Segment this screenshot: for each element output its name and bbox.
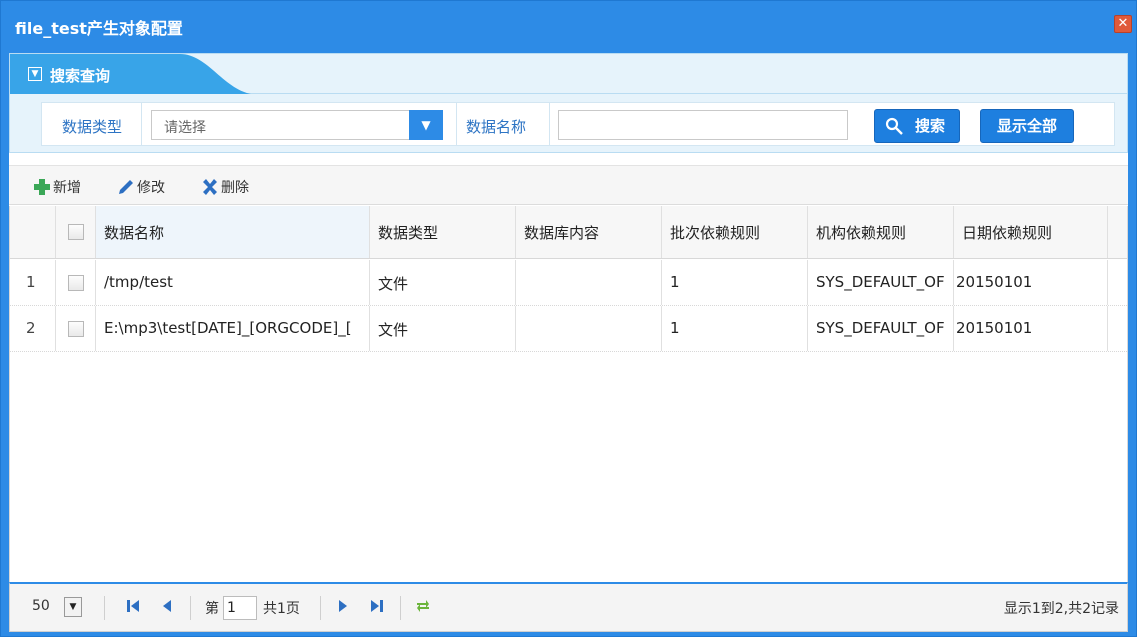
cell-db-content — [516, 306, 662, 351]
record-summary: 显示1到2,共2记录 — [1003, 601, 1119, 617]
cell-date-rule: 20150101 — [954, 260, 1108, 305]
plus-icon — [34, 179, 50, 195]
search-icon — [885, 117, 903, 135]
divider — [141, 103, 142, 145]
dialog-window: file_test产生对象配置 ✕ ▼ 搜索查询 数据类型 请选择 ▼ 数据名称… — [0, 0, 1137, 637]
data-grid: 数据名称 数据类型 数据库内容 批次依赖规则 机构依赖规则 日期依赖规则 1 /… — [9, 206, 1128, 582]
chevron-down-icon[interactable]: ▼ — [409, 110, 443, 140]
column-header-batch-rule[interactable]: 批次依赖规则 — [662, 206, 808, 258]
divider — [104, 596, 105, 620]
search-panel-tab[interactable]: ▼ 搜索查询 — [10, 54, 270, 95]
divider — [549, 103, 550, 145]
delete-button[interactable]: 删除 — [201, 177, 261, 197]
edit-button[interactable]: 修改 — [117, 177, 177, 197]
cell-data-name: /tmp/test — [96, 260, 370, 305]
grid-header: 数据名称 数据类型 数据库内容 批次依赖规则 机构依赖规则 日期依赖规则 — [10, 206, 1127, 259]
column-header-org-rule[interactable]: 机构依赖规则 — [808, 206, 954, 258]
refresh-icon[interactable] — [416, 599, 430, 613]
first-page-icon[interactable] — [126, 599, 140, 613]
cell-db-content — [516, 260, 662, 305]
cell-org-rule: SYS_DEFAULT_OF — [808, 306, 954, 351]
column-header-data-name[interactable]: 数据名称 — [96, 206, 370, 258]
dialog-content: ▼ 搜索查询 数据类型 请选择 ▼ 数据名称 搜索 显示全部 新增 修改 删除 … — [9, 53, 1128, 632]
select-all-checkbox[interactable] — [68, 224, 84, 240]
collapse-toggle-icon[interactable]: ▼ — [28, 67, 42, 81]
search-panel-title: 搜索查询 — [50, 67, 111, 85]
divider — [400, 596, 401, 620]
data-type-select[interactable]: 请选择 ▼ — [151, 110, 443, 140]
page-size-value: 50 — [32, 598, 50, 614]
cell-org-rule: SYS_DEFAULT_OF — [808, 260, 954, 305]
search-panel-header: ▼ 搜索查询 — [9, 53, 1128, 95]
pagination-bar: 50 ▼ 第 1 共1页 显示1到2,共2记录 — [9, 582, 1128, 632]
grid-toolbar: 新增 修改 删除 — [9, 165, 1128, 205]
close-button[interactable]: ✕ — [1114, 15, 1132, 33]
divider — [456, 103, 457, 145]
cell-data-name: E:\mp3\test[DATE]_[ORGCODE]_[ — [96, 306, 370, 351]
pencil-icon — [119, 180, 133, 194]
data-type-label: 数据类型 — [62, 118, 123, 136]
header-select-all — [56, 206, 96, 258]
delete-x-icon — [203, 179, 217, 195]
page-number-input[interactable]: 1 — [223, 596, 257, 620]
search-tab-shape — [10, 54, 260, 95]
cell-date-rule: 20150101 — [954, 306, 1108, 351]
row-select — [56, 306, 96, 351]
page-total: 共1页 — [263, 601, 300, 617]
search-form: 数据类型 请选择 ▼ 数据名称 搜索 显示全部 — [41, 102, 1115, 146]
search-button-label: 搜索 — [915, 117, 946, 135]
cell-data-type: 文件 — [370, 260, 516, 305]
cell-batch-rule: 1 — [662, 260, 808, 305]
add-button-label: 新增 — [53, 180, 81, 196]
prev-page-icon[interactable] — [160, 599, 174, 613]
column-header-date-rule[interactable]: 日期依赖规则 — [954, 206, 1108, 258]
row-number: 2 — [10, 306, 56, 351]
row-select — [56, 260, 96, 305]
add-button[interactable]: 新增 — [33, 177, 93, 197]
data-name-label: 数据名称 — [466, 118, 527, 136]
divider — [320, 596, 321, 620]
page-size-dropdown[interactable]: ▼ — [64, 597, 82, 617]
search-panel-body: 数据类型 请选择 ▼ 数据名称 搜索 显示全部 — [9, 94, 1128, 153]
edit-button-label: 修改 — [137, 180, 165, 196]
row-checkbox[interactable] — [68, 321, 84, 337]
show-all-button[interactable]: 显示全部 — [980, 109, 1074, 143]
column-header-data-type[interactable]: 数据类型 — [370, 206, 516, 258]
divider — [190, 596, 191, 620]
data-name-input[interactable] — [558, 110, 848, 140]
last-page-icon[interactable] — [370, 599, 384, 613]
row-number: 1 — [10, 260, 56, 305]
header-rownum — [10, 206, 56, 258]
delete-button-label: 删除 — [221, 180, 249, 196]
table-row[interactable]: 2 E:\mp3\test[DATE]_[ORGCODE]_[ 文件 1 SYS… — [10, 306, 1127, 352]
title-bar[interactable]: file_test产生对象配置 ✕ — [1, 1, 1136, 53]
next-page-icon[interactable] — [336, 599, 350, 613]
column-header-db-content[interactable]: 数据库内容 — [516, 206, 662, 258]
cell-batch-rule: 1 — [662, 306, 808, 351]
search-button[interactable]: 搜索 — [874, 109, 960, 143]
data-type-select-value: 请选择 — [164, 120, 206, 136]
cell-data-type: 文件 — [370, 306, 516, 351]
row-checkbox[interactable] — [68, 275, 84, 291]
table-row[interactable]: 1 /tmp/test 文件 1 SYS_DEFAULT_OF 20150101 — [10, 260, 1127, 306]
page-prefix: 第 — [205, 601, 219, 617]
dialog-title: file_test产生对象配置 — [15, 19, 183, 38]
